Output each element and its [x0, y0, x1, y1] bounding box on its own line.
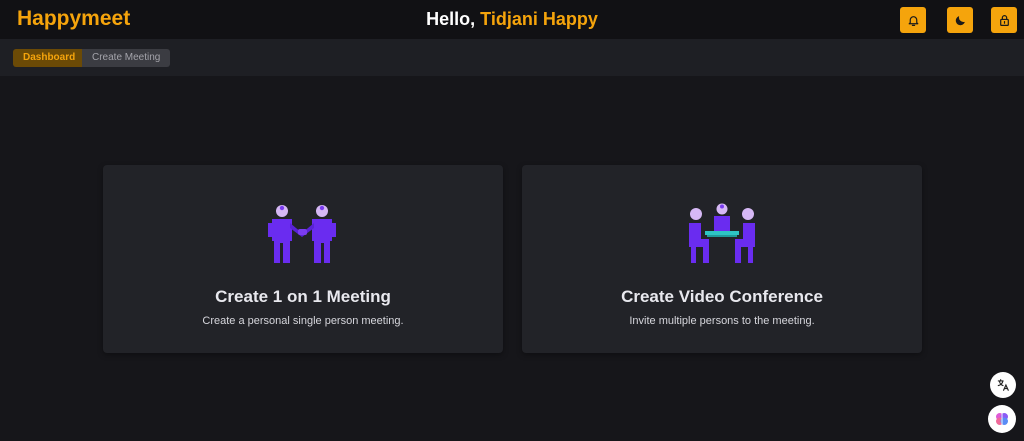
assistant-button[interactable]	[988, 405, 1016, 433]
brain-icon	[996, 413, 1008, 425]
one-on-one-meeting-icon	[268, 205, 336, 263]
lock-icon	[999, 14, 1009, 26]
lock-button[interactable]	[991, 7, 1017, 33]
create-one-on-one-card[interactable]: Create 1 on 1 Meeting Create a personal …	[103, 165, 503, 353]
card-description: Invite multiple persons to the meeting.	[629, 315, 815, 327]
one-on-one-meeting-illustration	[103, 203, 503, 267]
breadcrumb: Dashboard Create Meeting	[0, 39, 1024, 76]
video-conference-icon	[689, 203, 755, 263]
notifications-button[interactable]	[900, 7, 926, 33]
theme-toggle-button[interactable]	[947, 7, 973, 33]
bell-icon	[908, 15, 918, 26]
video-conference-illustration	[522, 203, 922, 267]
card-description: Create a personal single person meeting.	[202, 315, 404, 327]
greeting-prefix: Hello,	[426, 9, 481, 29]
user-name: Tidjani Happy	[480, 9, 598, 29]
card-title: Create 1 on 1 Meeting	[215, 287, 391, 306]
card-title: Create Video Conference	[621, 287, 823, 306]
create-video-conference-card[interactable]: Create Video Conference Invite multiple …	[522, 165, 922, 353]
top-navbar: Happymeet Hello, Tidjani Happy	[0, 0, 1024, 39]
translate-icon	[997, 379, 1009, 391]
breadcrumb-dashboard[interactable]: Dashboard	[13, 49, 96, 67]
translate-button[interactable]	[990, 372, 1016, 398]
greeting: Hello, Tidjani Happy	[0, 9, 1024, 30]
moon-icon	[955, 15, 965, 25]
breadcrumb-create-meeting: Create Meeting	[82, 49, 171, 67]
